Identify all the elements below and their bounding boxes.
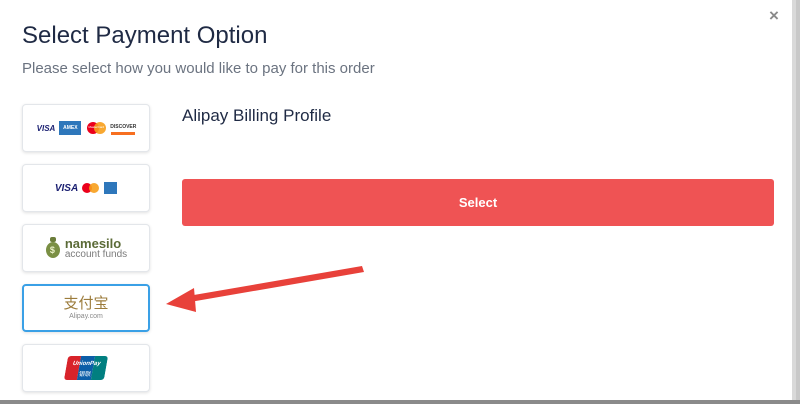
payment-method-alipay[interactable]: 支付宝 Alipay.com <box>22 284 150 332</box>
namesilo-logo: $ namesilo account funds <box>45 237 127 260</box>
mastercard-logo-icon: MasterCard <box>85 121 107 135</box>
visa-logo-icon: VISA <box>54 182 79 194</box>
namesilo-wordmark: namesilo <box>64 235 122 251</box>
amex-logo-icon: AMEX <box>59 121 82 135</box>
money-bag-icon: $ <box>45 237 61 259</box>
alipay-chinese-wordmark: 支付宝 <box>63 294 109 312</box>
payment-method-cards-multi[interactable]: VISA AMEX MasterCard DISCOVER <box>22 104 150 152</box>
mastercard-logo-icon <box>82 182 100 194</box>
cards-basic-logo: VISA <box>54 182 118 194</box>
select-button[interactable]: Select <box>182 179 774 226</box>
annotation-arrow-icon <box>166 266 364 312</box>
alipay-logo: 支付宝 Alipay.com <box>63 294 109 321</box>
alipay-latin-wordmark: Alipay.com <box>69 313 103 320</box>
payment-method-namesilo-funds[interactable]: $ namesilo account funds <box>22 224 150 272</box>
namesilo-subtext: account funds <box>64 248 128 260</box>
payment-modal: × Select Payment Option Please select ho… <box>0 0 796 400</box>
visa-logo-icon: VISA <box>36 123 56 133</box>
payment-method-list: VISA AMEX MasterCard DISCOVER VISA $ nam… <box>22 104 150 404</box>
discover-logo-icon: DISCOVER <box>110 121 136 135</box>
dialog-title: Select Payment Option <box>22 22 268 49</box>
close-icon[interactable]: × <box>766 7 782 24</box>
payment-method-cards-basic[interactable]: VISA <box>22 164 150 212</box>
amex-logo-icon <box>104 182 118 194</box>
scrollbar-track <box>796 0 800 400</box>
dialog-subtitle: Please select how you would like to pay … <box>22 60 375 77</box>
unionpay-logo-icon: UnionPay 银联 <box>63 356 109 380</box>
billing-profile-title: Alipay Billing Profile <box>182 106 332 125</box>
cards-multi-logo: VISA AMEX MasterCard DISCOVER <box>37 121 136 135</box>
payment-method-unionpay[interactable]: UnionPay 银联 <box>22 344 150 392</box>
